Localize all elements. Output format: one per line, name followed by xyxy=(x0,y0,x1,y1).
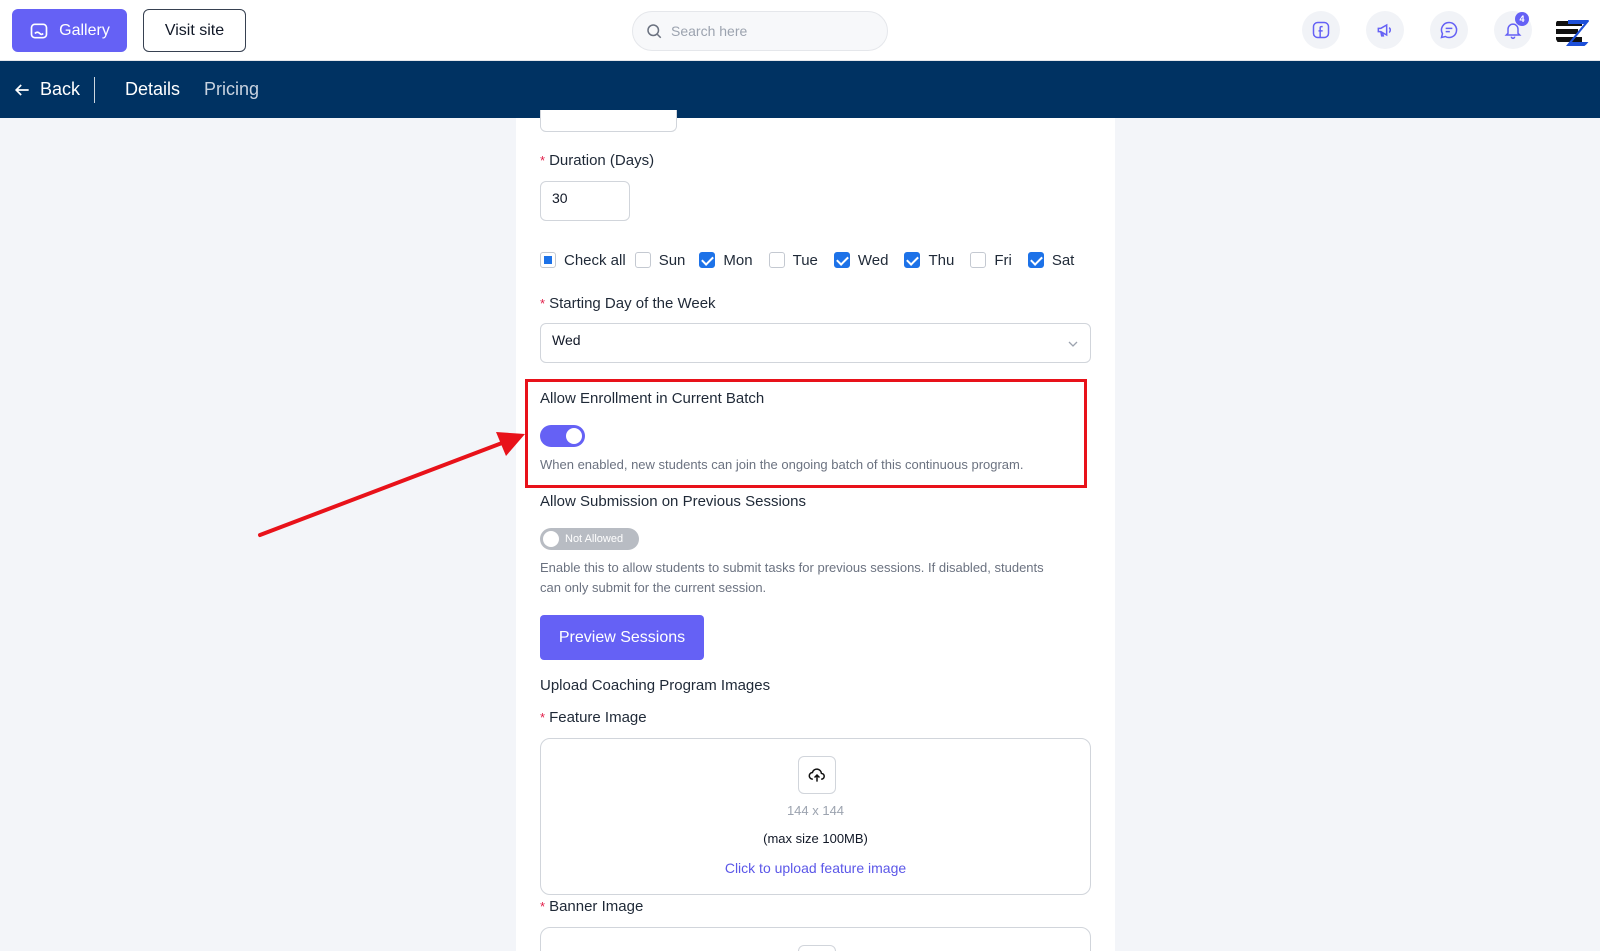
visit-site-button[interactable]: Visit site xyxy=(143,9,246,52)
duration-label: * Duration (Days) xyxy=(540,152,655,169)
notifications-button[interactable]: 4 xyxy=(1494,11,1532,49)
feature-upload-link[interactable]: Click to upload feature image xyxy=(541,860,1090,876)
allow-enrollment-help: When enabled, new students can join the … xyxy=(540,457,1024,472)
required-marker: * xyxy=(540,153,546,168)
check-all-label: Check all xyxy=(564,251,626,269)
nav-divider xyxy=(94,77,95,103)
day-label: Sun xyxy=(658,251,686,269)
day-label: Tue xyxy=(792,251,818,269)
allow-enrollment-label: Allow Enrollment in Current Batch xyxy=(540,390,765,407)
facebook-button[interactable] xyxy=(1302,11,1340,49)
gallery-button[interactable]: Gallery xyxy=(12,9,127,52)
nav-bar: Back Details Pricing xyxy=(0,61,1600,118)
day-checkbox-mon[interactable]: Mon xyxy=(699,251,753,269)
upload-button[interactable] xyxy=(798,756,836,794)
search-icon xyxy=(647,24,662,39)
day-checkbox-sun[interactable]: Sun xyxy=(634,251,686,269)
day-label: Sat xyxy=(1051,251,1075,269)
cloud-upload-icon xyxy=(808,768,825,782)
brand-logo-icon xyxy=(1554,12,1592,50)
allow-submission-help: Enable this to allow students to submit … xyxy=(540,558,1044,598)
top-bar: Gallery Visit site 4 xyxy=(0,0,1600,61)
checkbox-box[interactable] xyxy=(970,252,987,268)
feature-max-size: (max size 100MB) xyxy=(763,831,868,846)
chat-icon xyxy=(1440,21,1458,39)
toggle-state-text: Not Allowed xyxy=(565,533,624,545)
facebook-icon xyxy=(1312,21,1330,39)
banner-image-label: * Banner Image xyxy=(540,898,644,915)
check-all-checkbox[interactable]: Check all xyxy=(540,252,626,269)
search-bar xyxy=(632,11,888,51)
checkbox-box[interactable] xyxy=(634,252,651,268)
day-checkbox-wed[interactable]: Wed xyxy=(833,251,889,269)
upload-section-title: Upload Coaching Program Images xyxy=(540,677,771,694)
starting-day-label: * Starting Day of the Week xyxy=(540,295,716,312)
weekday-selector: Check all Sun Mon Tue Wed Thu Fri Sat xyxy=(540,249,1074,271)
feature-image-label: * Feature Image xyxy=(540,709,647,726)
help-line: can only submit for the current session. xyxy=(540,580,767,595)
day-checkbox-sat[interactable]: Sat xyxy=(1027,251,1075,269)
tab-pricing[interactable]: Pricing xyxy=(204,61,259,118)
preview-sessions-button[interactable]: Preview Sessions xyxy=(540,615,704,660)
duration-input[interactable]: 30 xyxy=(540,181,630,221)
search-input[interactable] xyxy=(671,23,871,39)
day-label: Thu xyxy=(928,251,955,269)
allow-submission-label: Allow Submission on Previous Sessions xyxy=(540,493,806,510)
day-checkbox-tue[interactable]: Tue xyxy=(768,251,818,269)
checkbox-box[interactable] xyxy=(768,252,785,268)
feature-size: 144 x 144 xyxy=(786,803,845,818)
tab-details[interactable]: Details xyxy=(125,61,180,118)
arrow-left-icon xyxy=(14,83,29,96)
starting-day-value: Wed xyxy=(552,332,581,348)
notification-badge: 4 xyxy=(1515,12,1529,26)
day-label: Mon xyxy=(723,251,753,269)
chat-button[interactable] xyxy=(1430,11,1468,49)
gallery-label: Gallery xyxy=(59,21,110,39)
help-line: Enable this to allow students to submit … xyxy=(540,560,1044,575)
required-marker: * xyxy=(540,710,546,725)
allow-enrollment-toggle[interactable] xyxy=(540,425,585,447)
annotation-arrow-icon xyxy=(258,432,525,537)
megaphone-icon xyxy=(1377,23,1392,37)
checkbox-box[interactable] xyxy=(904,252,921,268)
required-marker: * xyxy=(540,899,546,914)
checkbox-box[interactable] xyxy=(1027,252,1044,268)
checkbox-box[interactable] xyxy=(699,252,716,268)
banner-image-dropzone[interactable] xyxy=(540,927,1091,951)
user-avatar[interactable] xyxy=(1554,12,1592,50)
previous-field[interactable] xyxy=(540,110,677,132)
checkbox-box[interactable] xyxy=(833,252,850,268)
feature-image-dropzone[interactable]: 144 x 144 (max size 100MB) Click to uplo… xyxy=(540,738,1091,895)
upload-button[interactable] xyxy=(798,945,836,951)
day-label: Wed xyxy=(857,251,889,269)
checkbox-box[interactable] xyxy=(540,252,556,268)
chevron-down-icon xyxy=(1068,341,1078,347)
back-button[interactable]: Back xyxy=(12,61,80,118)
allow-submission-toggle[interactable]: Not Allowed xyxy=(540,528,639,550)
day-checkbox-thu[interactable]: Thu xyxy=(904,252,954,269)
back-label: Back xyxy=(40,79,81,99)
required-marker: * xyxy=(540,296,546,311)
day-label: Fri xyxy=(994,251,1012,269)
visit-site-label: Visit site xyxy=(164,21,225,39)
announcement-button[interactable] xyxy=(1366,11,1404,49)
gallery-icon xyxy=(30,23,48,38)
starting-day-select[interactable]: Wed xyxy=(540,323,1091,363)
day-checkbox-fri[interactable]: Fri xyxy=(970,252,1012,269)
